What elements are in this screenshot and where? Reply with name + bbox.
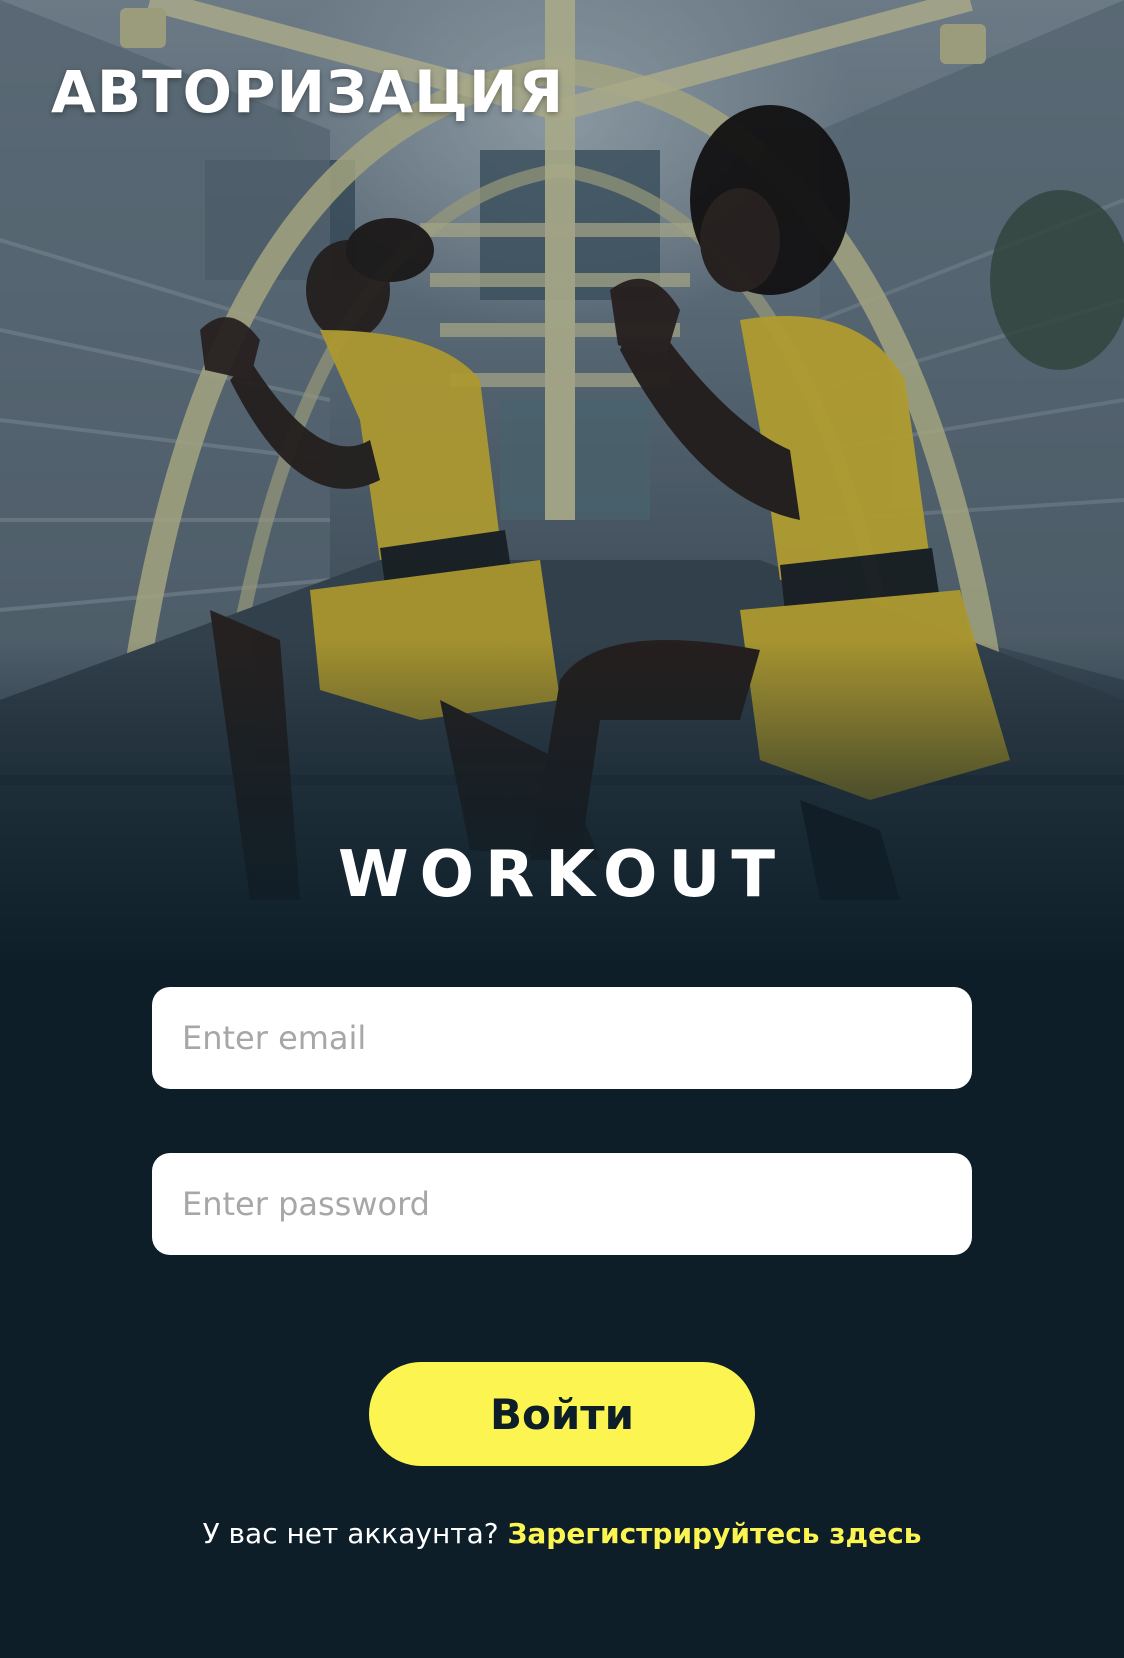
hero-photo [0,0,1124,960]
hero-fade-overlay [0,640,1124,960]
login-screen: АВТОРИЗАЦИЯ WORKOUT Войти У вас нет акка… [0,0,1124,1658]
email-field[interactable] [152,987,972,1089]
login-button[interactable]: Войти [369,1362,755,1466]
signup-prompt-row: У вас нет аккаунта? Зарегистрируйтесь зд… [0,1517,1124,1550]
password-field[interactable] [152,1153,972,1255]
signup-link[interactable]: Зарегистрируйтесь здесь [508,1517,922,1550]
brand-logo-text: WORKOUT [337,838,787,912]
signup-prompt-text: У вас нет аккаунта? [202,1517,499,1550]
page-title: АВТОРИЗАЦИЯ [51,58,565,126]
